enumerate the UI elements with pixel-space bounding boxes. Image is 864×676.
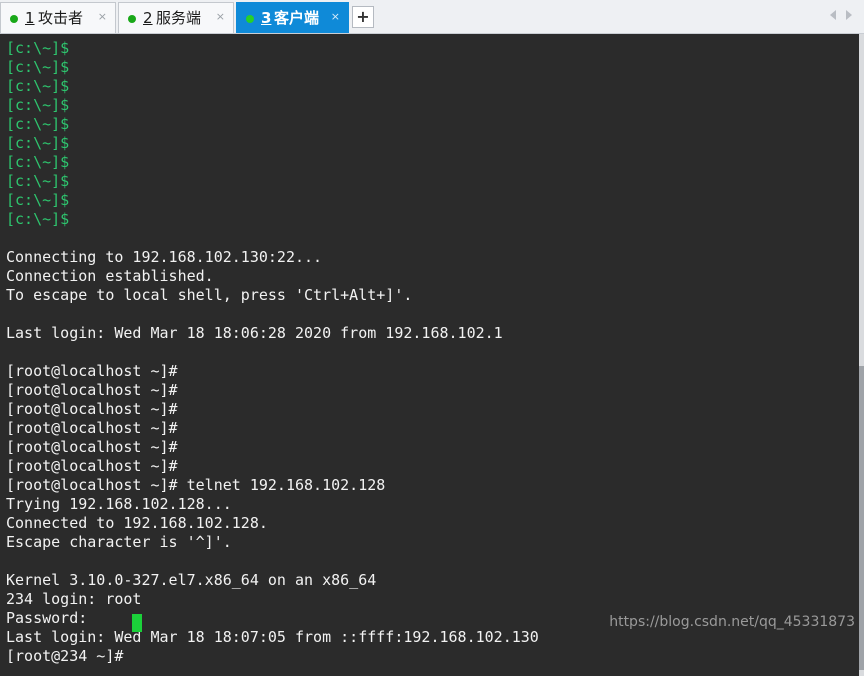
terminal-line: [c:\~]$ (6, 191, 70, 209)
tab-label: 服务端 (156, 9, 202, 27)
close-icon[interactable]: × (98, 1, 107, 32)
terminal-line: [root@localhost ~]# (6, 457, 178, 475)
add-tab-button[interactable]: + (352, 6, 374, 28)
terminal-output[interactable]: [c:\~]$ [c:\~]$ [c:\~]$ [c:\~]$ [c:\~]$ [c:\~… (0, 34, 859, 676)
terminal-line: Password: (6, 609, 88, 627)
terminal-line: Connected to 192.168.102.128. (6, 514, 268, 532)
tab-label: 攻击者 (38, 9, 84, 27)
tab-client[interactable]: 3 客户端 × (236, 2, 349, 33)
tab-number: 1 (25, 9, 35, 27)
terminal-line: [root@localhost ~]# (6, 381, 178, 399)
connected-dot-icon (128, 15, 136, 23)
terminal-line: [c:\~]$ (6, 172, 70, 190)
terminal-line: [c:\~]$ (6, 58, 70, 76)
terminal-line: [root@234 ~]# (6, 647, 124, 665)
terminal-window: 1 攻击者 × 2 服务端 × 3 客户端 × + [c:\~]$ [c:\~]$… (0, 0, 864, 676)
terminal-line: [c:\~]$ (6, 77, 70, 95)
chevron-right-icon[interactable] (846, 10, 852, 20)
close-icon[interactable]: × (216, 1, 225, 32)
terminal-line: Connecting to 192.168.102.130:22... (6, 248, 323, 266)
terminal-line: [c:\~]$ (6, 96, 70, 114)
terminal-line: Last login: Wed Mar 18 18:07:05 from ::f… (6, 628, 539, 646)
scrollbar-thumb[interactable] (859, 366, 864, 670)
terminal-line: [root@localhost ~]# (6, 362, 178, 380)
terminal-line: [root@localhost ~]# (6, 400, 178, 418)
terminal-line: [root@localhost ~]# (6, 419, 178, 437)
connected-dot-icon (10, 15, 18, 23)
terminal-line: [c:\~]$ (6, 210, 70, 228)
connected-dot-icon (246, 15, 254, 23)
tab-label: 客户端 (274, 9, 320, 27)
terminal-line: [c:\~]$ (6, 134, 70, 152)
tab-number: 2 (143, 9, 153, 27)
terminal-line: Connection established. (6, 267, 214, 285)
terminal-cursor (132, 614, 142, 632)
session-tab-bar: 1 攻击者 × 2 服务端 × 3 客户端 × + (0, 0, 864, 34)
terminal-line: [root@localhost ~]# telnet 192.168.102.1… (6, 476, 386, 494)
watermark: https://blog.csdn.net/qq_45331873 (609, 614, 855, 630)
tab-number: 3 (261, 9, 272, 27)
tab-server[interactable]: 2 服务端 × (118, 2, 234, 33)
tab-attacker[interactable]: 1 攻击者 × (0, 2, 116, 33)
vertical-scrollbar[interactable] (859, 34, 864, 676)
terminal-line: 234 login: root (6, 590, 142, 608)
terminal-line: Kernel 3.10.0-327.el7.x86_64 on an x86_6… (6, 571, 377, 589)
terminal-line: Trying 192.168.102.128... (6, 495, 232, 513)
terminal-line: Escape character is '^]'. (6, 533, 232, 551)
terminal-line: [c:\~]$ (6, 153, 70, 171)
close-icon[interactable]: × (331, 1, 340, 32)
chevron-left-icon[interactable] (830, 10, 836, 20)
terminal-line: [c:\~]$ (6, 39, 70, 57)
terminal-line: [c:\~]$ (6, 115, 70, 133)
terminal-line: Last login: Wed Mar 18 18:06:28 2020 fro… (6, 324, 503, 342)
terminal-line: [root@localhost ~]# (6, 438, 178, 456)
terminal-line: To escape to local shell, press 'Ctrl+Al… (6, 286, 413, 304)
